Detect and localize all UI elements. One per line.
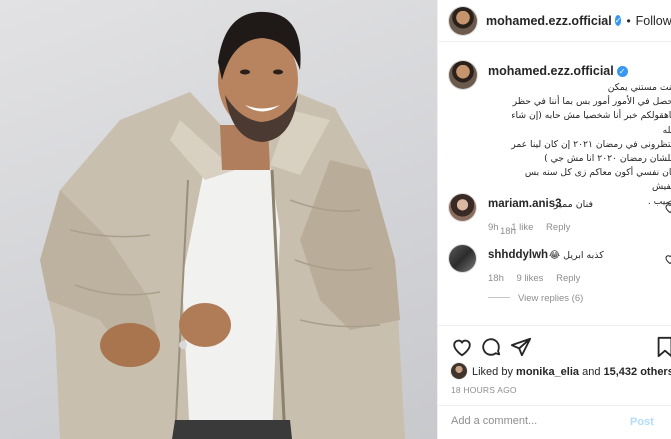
heart-icon[interactable]	[451, 336, 473, 358]
view-replies-label[interactable]: View replies (6)	[518, 293, 583, 304]
comments-section[interactable]: mohamed.ezz.official✓ كنت مستني يمكن يحص…	[438, 43, 671, 325]
view-replies-button[interactable]: View replies (6)	[488, 293, 583, 304]
author-avatar[interactable]	[449, 6, 477, 35]
comment-likes[interactable]: 9 likes	[517, 273, 544, 284]
post-photo[interactable]	[0, 0, 437, 439]
verified-badge-icon: ✓	[616, 66, 628, 77]
caption-avatar[interactable]	[449, 61, 477, 89]
comment-time[interactable]: 9h	[488, 222, 499, 233]
add-comment-bar: Post	[438, 405, 671, 439]
post-timestamp[interactable]: 18 HOURS AGO	[451, 385, 517, 395]
liked-count[interactable]: 15,432 others	[604, 366, 671, 378]
reply-button[interactable]: Reply	[556, 273, 580, 284]
add-comment-input[interactable]	[451, 415, 611, 427]
liked-and: and	[582, 366, 601, 378]
post-side-panel: mohamed.ezz.official ✓ • Following moham…	[437, 0, 671, 439]
comment-meta: 9h 1 like Reply	[488, 222, 580, 233]
commenter-avatar[interactable]	[449, 194, 476, 221]
liked-by-summary: Liked by monika_elia and 15,432 others	[451, 363, 671, 379]
commenter-username[interactable]: mariam.anis3	[488, 198, 562, 210]
header-separator: •	[626, 13, 631, 28]
comment-meta: 18h 9 likes Reply	[488, 273, 590, 284]
comment-likes[interactable]: 1 like	[511, 222, 533, 233]
share-icon[interactable]	[510, 336, 532, 358]
bookmark-icon[interactable]	[654, 336, 671, 358]
commenter-avatar[interactable]	[449, 245, 476, 272]
post-actions: Liked by monika_elia and 15,432 others 1…	[438, 325, 671, 439]
comment-text: كذبه ابريل 😂	[549, 250, 604, 261]
caption-username-text[interactable]: mohamed.ezz.official	[488, 64, 614, 78]
reply-button[interactable]: Reply	[546, 222, 570, 233]
author-username[interactable]: mohamed.ezz.official	[486, 14, 612, 28]
caption-text: كنت مستني يمكن يحصل في الأمور أمور بس بم…	[511, 82, 671, 207]
comment-text: فنان مميز	[554, 199, 593, 210]
like-comment-heart-icon[interactable]	[664, 202, 671, 214]
caption-username[interactable]: mohamed.ezz.official ✓	[488, 64, 628, 78]
following-button[interactable]: Following	[636, 14, 671, 28]
comment-icon[interactable]	[480, 336, 502, 358]
liked-by-user[interactable]: monika_elia	[516, 366, 579, 378]
liker-avatar[interactable]	[451, 363, 467, 379]
verified-badge-icon: ✓	[614, 15, 622, 26]
action-icons	[451, 336, 671, 358]
liked-prefix: Liked by	[472, 366, 513, 378]
like-comment-heart-icon[interactable]	[664, 253, 671, 265]
comment-time[interactable]: 18h	[488, 273, 504, 284]
commenter-username[interactable]: shhddylwh	[488, 249, 548, 261]
post-header: mohamed.ezz.official ✓ • Following	[438, 0, 671, 42]
post-comment-button[interactable]: Post	[630, 416, 654, 428]
replies-divider	[488, 297, 510, 298]
photo-person-icon	[40, 11, 405, 439]
